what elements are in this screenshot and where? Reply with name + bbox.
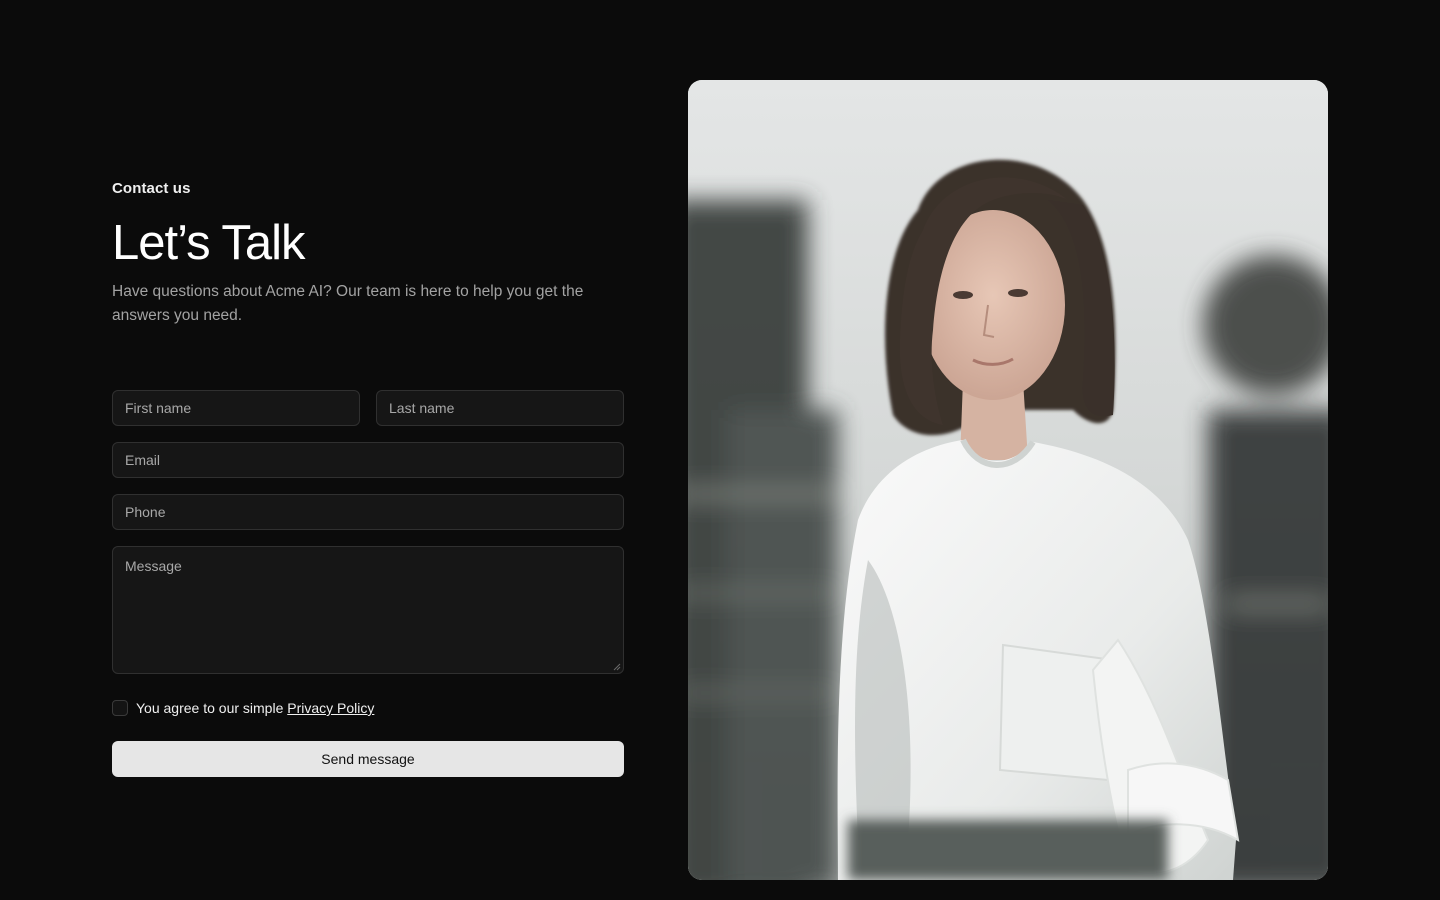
phone-input[interactable]: Phone xyxy=(112,494,624,530)
message-textarea[interactable]: Message xyxy=(112,546,624,674)
last-name-input[interactable]: Last name xyxy=(376,390,624,426)
eyebrow-label: Contact us xyxy=(112,180,191,197)
privacy-policy-link[interactable]: Privacy Policy xyxy=(287,700,374,716)
resize-grip-icon[interactable] xyxy=(613,663,621,671)
page-title: Let’s Talk xyxy=(112,216,305,270)
email-input[interactable]: Email xyxy=(112,442,624,478)
portrait-photo xyxy=(688,80,1328,880)
agree-text-label: You agree to our simple xyxy=(136,700,284,716)
contact-header: Contact us Let’s Talk Have questions abo… xyxy=(112,180,624,328)
name-row: First name Last name xyxy=(112,390,624,426)
message-placeholder: Message xyxy=(125,558,182,574)
agree-text: You agree to our simple Privacy Policy xyxy=(136,700,374,716)
first-name-input[interactable]: First name xyxy=(112,390,360,426)
email-placeholder: Email xyxy=(125,452,161,468)
last-name-placeholder: Last name xyxy=(389,400,455,416)
portrait-illustration xyxy=(688,80,1328,880)
contact-page: Contact us Let’s Talk Have questions abo… xyxy=(0,0,1440,900)
page-subtitle: Have questions about Acme AI? Our team i… xyxy=(112,283,584,324)
agree-checkbox[interactable] xyxy=(112,700,128,716)
privacy-agreement: You agree to our simple Privacy Policy xyxy=(112,700,624,716)
send-message-button[interactable]: Send message xyxy=(112,741,624,777)
first-name-placeholder: First name xyxy=(125,400,192,416)
contact-form: First name Last name Email Phone Message… xyxy=(112,390,624,777)
phone-placeholder: Phone xyxy=(125,504,166,520)
